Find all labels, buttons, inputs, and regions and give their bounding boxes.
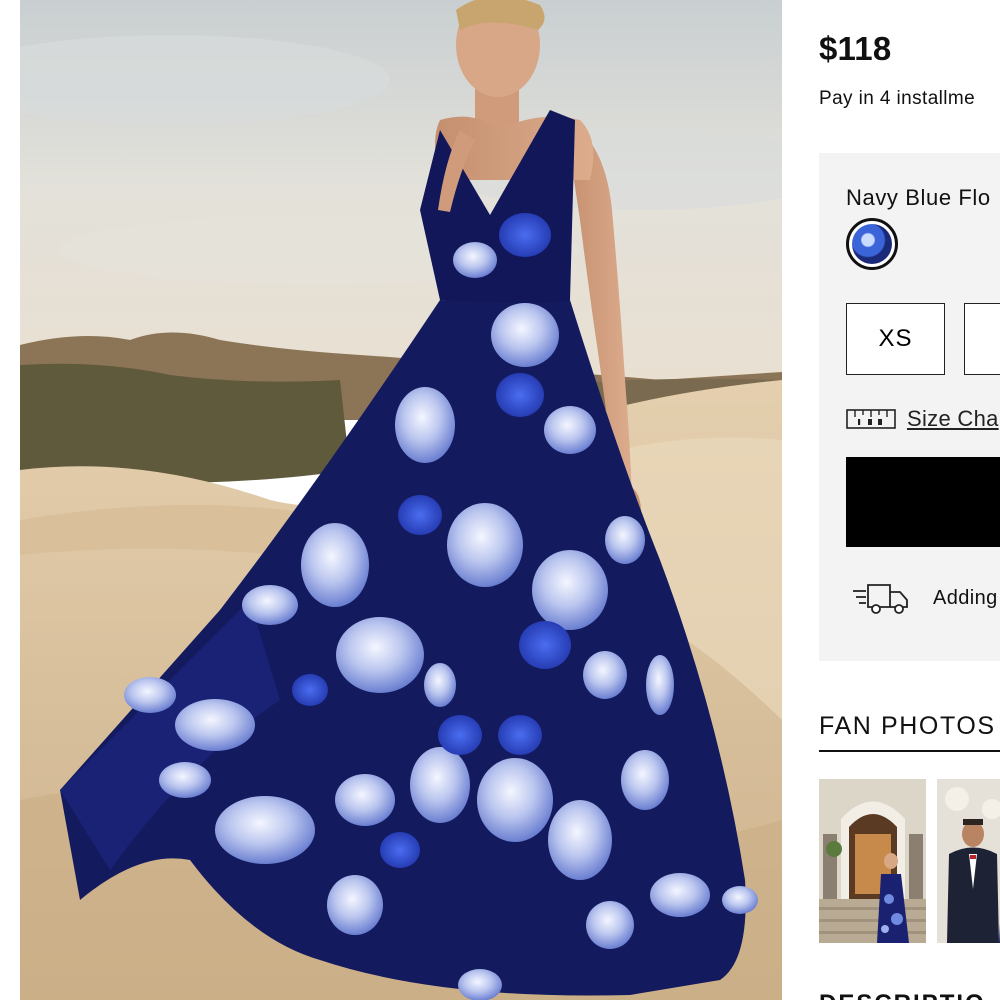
size-option-next[interactable] bbox=[964, 303, 1000, 375]
product-price: $118 bbox=[819, 30, 892, 67]
fan-photo-thumbnail[interactable] bbox=[937, 779, 1000, 943]
selected-color-name: Navy Blue Flo bbox=[846, 185, 991, 210]
ruler-icon bbox=[846, 409, 896, 429]
size-chart-link-row[interactable]: Size Cha bbox=[846, 405, 999, 433]
description-heading[interactable]: DESCRIPTIO bbox=[819, 990, 986, 1000]
size-chart-label[interactable]: Size Cha bbox=[907, 406, 999, 432]
color-swatch-navy-blue-floral[interactable] bbox=[846, 218, 898, 270]
fan-photo-thumbnail[interactable] bbox=[819, 779, 926, 943]
fan-photos-divider bbox=[819, 750, 1000, 752]
page-gutter bbox=[0, 0, 20, 1000]
fan-photo-2-art bbox=[937, 779, 1000, 943]
add-to-bag-button[interactable] bbox=[846, 457, 1000, 547]
fan-photos-heading: FAN PHOTOS bbox=[819, 712, 996, 740]
delivery-info: Adding bbox=[852, 581, 998, 615]
swatch-pattern bbox=[852, 224, 892, 264]
delivery-text: Adding bbox=[933, 586, 998, 609]
purchase-options-panel: Navy Blue Flo XS Size Cha Adding bbox=[819, 153, 1000, 661]
fan-photo-1-art bbox=[819, 779, 926, 943]
product-info-panel: $118 Pay in 4 installme Navy Blue Flo XS… bbox=[782, 0, 1000, 1000]
size-option-xs[interactable]: XS bbox=[846, 303, 945, 375]
product-image-art bbox=[20, 0, 782, 1000]
delivery-truck-icon bbox=[853, 584, 908, 614]
product-image[interactable] bbox=[20, 0, 782, 1000]
installments-text[interactable]: Pay in 4 installme bbox=[819, 88, 975, 110]
